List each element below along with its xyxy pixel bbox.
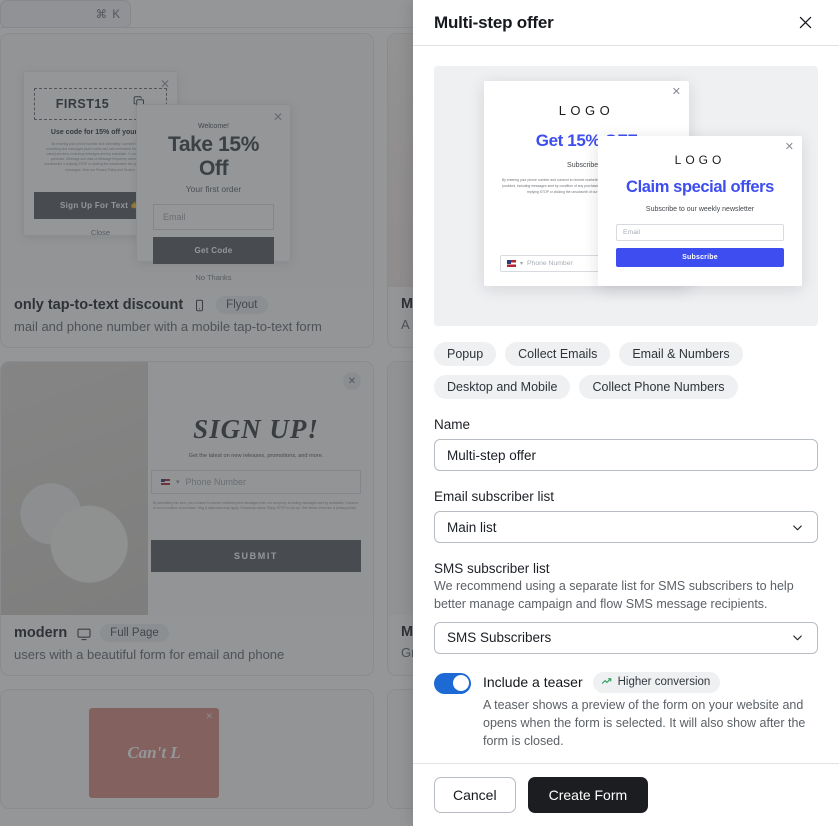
gallery-card[interactable]: ✕ FIRST15 Use code for 15% off your firs… [0, 33, 374, 348]
name-field-group: Name [434, 417, 818, 471]
close-icon: ✕ [784, 141, 794, 153]
card-title: M [401, 624, 414, 640]
panel-header: Multi-step offer [413, 0, 839, 46]
submit-button[interactable]: SUBMIT [151, 540, 361, 572]
sms-list-group: SMS subscriber list We recommend using a… [434, 561, 818, 654]
status-badge: Full Page [100, 624, 169, 642]
create-form-button[interactable]: Create Form [527, 777, 649, 813]
mobile-icon [192, 298, 207, 313]
mock-script-text: Can't L [127, 743, 181, 762]
teaser-setting: Include a teaser Higher conversion A tea… [434, 671, 818, 750]
card-description: mail and phone number with a mobile tap-… [14, 319, 322, 334]
search-shortcut-hint: ⌘ K [95, 9, 121, 21]
discount-code: FIRST15 [55, 97, 110, 111]
email-list-value: Main list [447, 519, 497, 535]
card-title: M [401, 296, 414, 312]
close-icon[interactable] [793, 11, 817, 35]
thumbnail-image [1, 362, 148, 615]
trending-up-icon [601, 675, 613, 690]
logo-text: LOGO [558, 103, 615, 118]
sms-list-value: SMS Subscribers [447, 630, 552, 645]
logo-text: LOGO [674, 153, 726, 167]
welcome-text: Welcome! [198, 123, 229, 130]
status-badge: Flyout [216, 296, 268, 314]
gallery-card[interactable]: Can't L ✕ [0, 689, 374, 809]
email-input[interactable]: Email [153, 204, 274, 230]
name-input[interactable] [434, 439, 818, 471]
higher-conversion-badge: Higher conversion [592, 671, 721, 693]
badge-label: Higher conversion [617, 676, 711, 688]
cancel-button[interactable]: Cancel [434, 777, 516, 813]
signup-subtext: Get the latest on new releases, promotio… [188, 453, 324, 459]
gallery-card[interactable]: ✕ SIGN UP! Get the latest on new release… [0, 361, 374, 676]
close-icon: ✕ [159, 77, 170, 91]
desktop-icon [76, 626, 91, 641]
phone-input[interactable]: ▾ Phone Number [151, 470, 361, 494]
panel-footer: Cancel Create Form [413, 763, 839, 826]
no-thanks-link[interactable]: No Thanks [153, 273, 274, 282]
card-description: users with a beautiful form for email an… [14, 647, 285, 662]
card-thumbnail: Can't L ✕ [1, 690, 373, 808]
panel-body: ✕ LOGO Get 15% OFF Subscribe to By enter… [413, 46, 839, 763]
close-icon: ✕ [205, 711, 213, 721]
close-icon: ✕ [671, 86, 681, 98]
card-meta: only tap-to-text discount Flyout mail an… [1, 287, 373, 347]
include-teaser-toggle[interactable] [434, 672, 471, 694]
flag-icon [507, 260, 516, 267]
screen-root: ⌘ K ✕ FIRST15 Use code for 15% off your … [0, 0, 839, 826]
sms-list-select[interactable]: SMS Subscribers [434, 621, 818, 654]
search-input[interactable]: ⌘ K [0, 0, 131, 28]
email-input[interactable]: Email [616, 224, 784, 241]
teaser-description: A teaser shows a preview of the form on … [483, 697, 806, 748]
offer-headline: Take 15% Off [168, 133, 259, 180]
preview-headline: Claim special offers [626, 178, 774, 196]
chip-email-numbers: Email & Numbers [619, 342, 743, 366]
card-meta: modern Full Page users with a beautiful … [1, 615, 373, 675]
get-code-button[interactable]: Get Code [153, 237, 274, 264]
chip-popup: Popup [434, 342, 497, 366]
flag-icon [161, 478, 170, 486]
teaser-label: Include a teaser [483, 674, 583, 690]
chevron-down-icon [790, 630, 805, 645]
email-list-group: Email subscriber list Main list [434, 489, 818, 543]
close-icon: ✕ [343, 372, 361, 390]
close-icon: ✕ [272, 110, 283, 124]
page-title: Multi-step offer [434, 12, 554, 32]
preview-popup-right: ✕ LOGO Claim special offers Subscribe to… [598, 136, 802, 286]
sms-list-help: We recommend using a separate list for S… [434, 579, 794, 611]
form-preview: ✕ LOGO Get 15% OFF Subscribe to By enter… [434, 66, 818, 326]
chip-collect-emails: Collect Emails [505, 342, 611, 366]
card-title: modern [14, 625, 68, 641]
preview-subtext: Subscribe to our weekly newsletter [645, 206, 755, 213]
legal-text: By submitting this form, you consent to … [153, 501, 358, 511]
mock-popup-offer: ✕ Welcome! Take 15% Off Your first order… [136, 104, 291, 282]
signup-headline: SIGN UP! [193, 414, 319, 444]
card-thumbnail: ✕ FIRST15 Use code for 15% off your firs… [1, 34, 373, 287]
email-list-label: Email subscriber list [434, 489, 555, 504]
chip-collect-phone-numbers: Collect Phone Numbers [579, 375, 738, 399]
card-thumbnail: ✕ SIGN UP! Get the latest on new release… [1, 362, 373, 615]
offer-subtext: Your first order [185, 184, 242, 194]
email-list-select[interactable]: Main list [434, 511, 818, 543]
chip-desktop-mobile: Desktop and Mobile [434, 375, 571, 399]
subscribe-button[interactable]: Subscribe [616, 248, 784, 267]
multi-step-offer-panel: Multi-step offer ✕ LOGO Get 15% OFF Subs… [413, 0, 839, 826]
chevron-down-icon [790, 520, 805, 535]
attribute-chips: Popup Collect Emails Email & Numbers Des… [434, 342, 818, 399]
sms-list-label: SMS subscriber list [434, 561, 550, 576]
name-label: Name [434, 417, 471, 432]
card-title: only tap-to-text discount [14, 297, 184, 313]
